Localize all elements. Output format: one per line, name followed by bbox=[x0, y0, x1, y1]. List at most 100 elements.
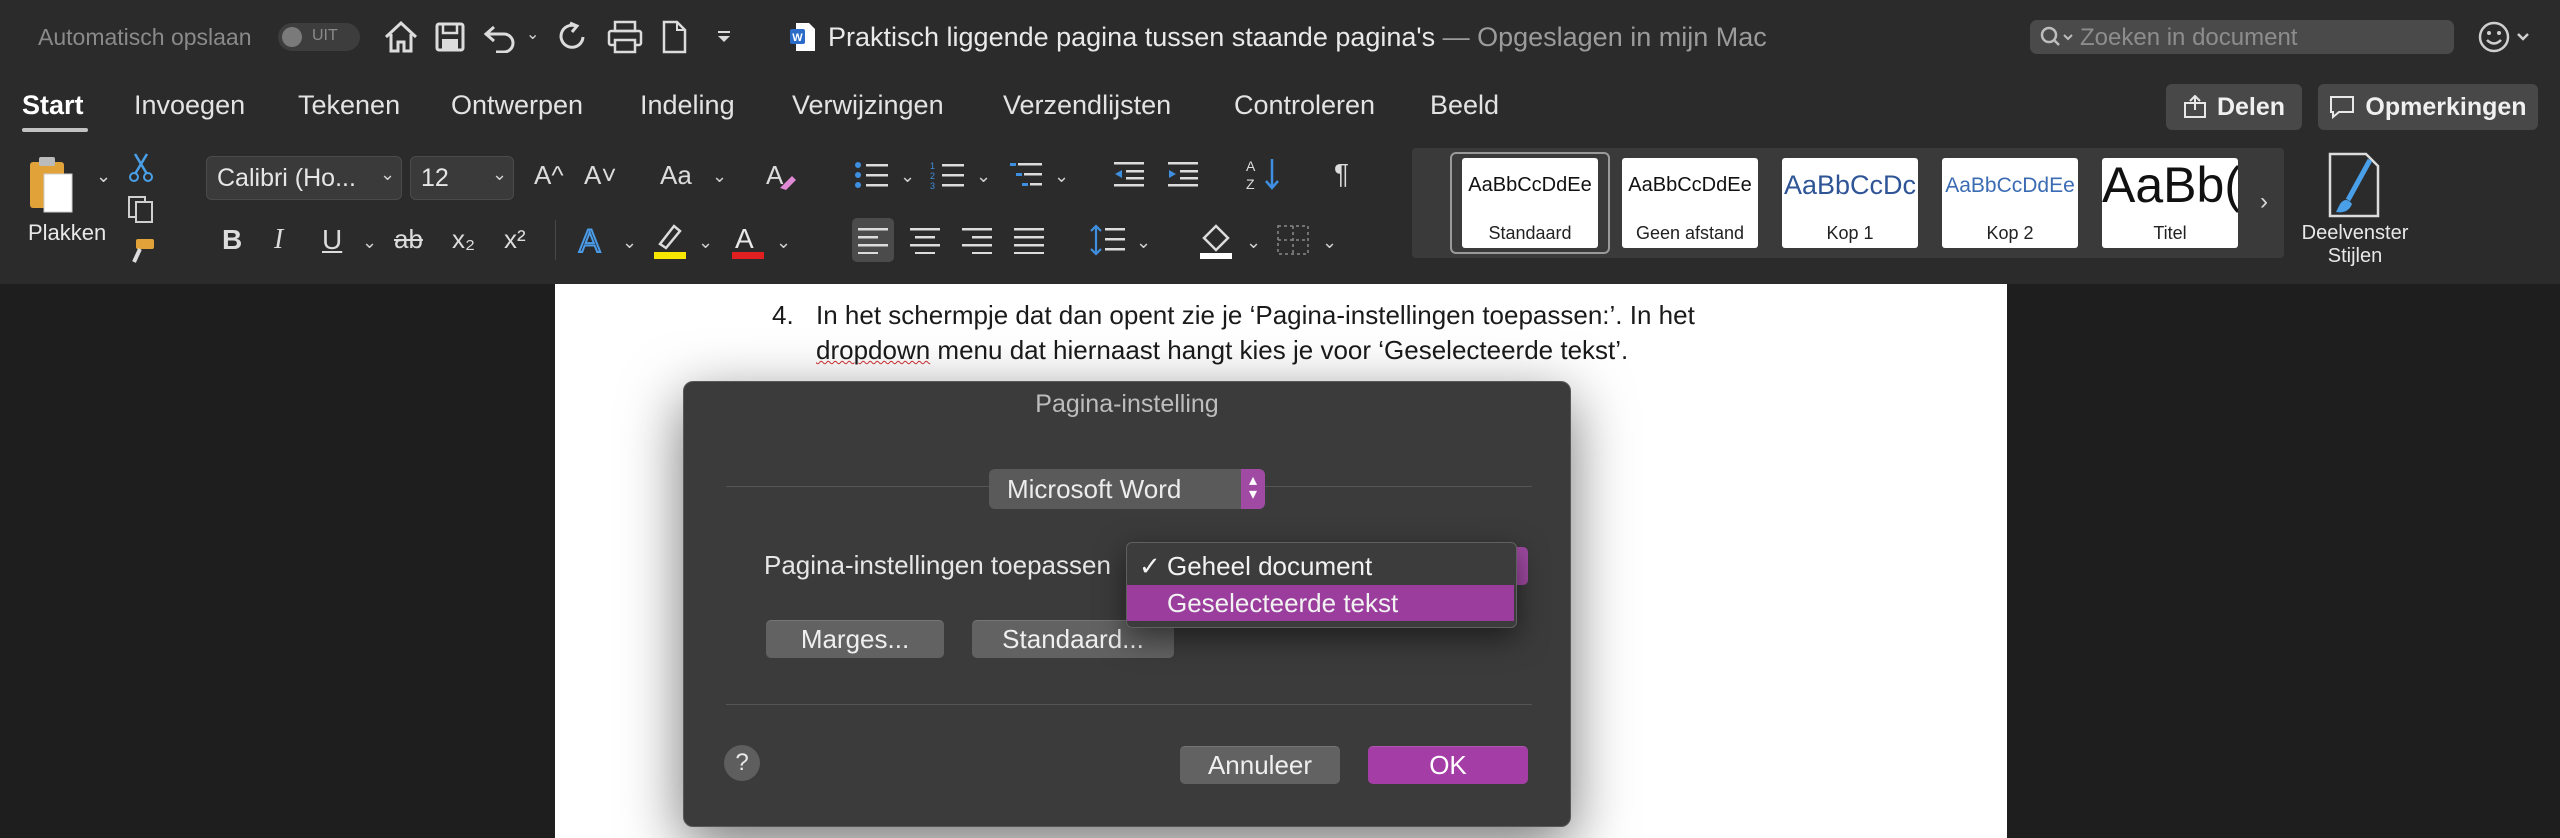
active-tab-indicator bbox=[22, 128, 88, 132]
search-input[interactable] bbox=[2078, 22, 2442, 54]
font-name-dropdown[interactable]: Calibri (Ho... bbox=[206, 156, 402, 200]
tab-indeling[interactable]: Indeling bbox=[640, 90, 735, 121]
cut-icon[interactable] bbox=[128, 152, 154, 182]
italic-button[interactable]: I bbox=[274, 224, 283, 256]
new-doc-icon[interactable] bbox=[660, 20, 688, 54]
settings-for-popup[interactable]: Microsoft Word ▴ ▾ bbox=[989, 469, 1265, 509]
font-color-chevron-icon[interactable]: ⌄ bbox=[776, 232, 791, 253]
align-center-icon[interactable] bbox=[910, 226, 940, 254]
cancel-button[interactable]: Annuleer bbox=[1180, 746, 1340, 784]
search-box[interactable] bbox=[2030, 20, 2454, 54]
multilevel-list-icon[interactable] bbox=[1008, 160, 1044, 190]
home-icon[interactable] bbox=[382, 20, 420, 54]
bold-button[interactable]: B bbox=[222, 224, 242, 256]
undo-chevron-icon[interactable]: ⌄ bbox=[526, 24, 539, 44]
save-icon[interactable] bbox=[434, 21, 466, 53]
comments-button[interactable]: Opmerkingen bbox=[2318, 84, 2538, 130]
divider bbox=[726, 704, 1532, 705]
bullets-chevron-icon[interactable]: ⌄ bbox=[900, 166, 915, 187]
numbering-chevron-icon[interactable]: ⌄ bbox=[976, 166, 991, 187]
smiley-icon[interactable] bbox=[2478, 20, 2534, 54]
change-case-chevron-icon[interactable]: ⌄ bbox=[712, 166, 727, 187]
style-name: Titel bbox=[2153, 223, 2187, 243]
show-formatting-marks-icon[interactable]: ¶ bbox=[1334, 158, 1349, 190]
font-size-value: 12 bbox=[421, 164, 449, 192]
text-effects-chevron-icon[interactable]: ⌄ bbox=[622, 232, 637, 253]
style-sample: AaBbCcDdEe bbox=[1468, 174, 1592, 196]
align-left-button[interactable] bbox=[852, 218, 894, 262]
tab-beeld[interactable]: Beeld bbox=[1430, 90, 1499, 121]
style-name: Standaard bbox=[1488, 223, 1572, 243]
style-kop-2[interactable]: AaBbCcDdEe Kop 2 bbox=[1942, 158, 2078, 248]
redo-icon[interactable] bbox=[556, 20, 590, 54]
justify-icon[interactable] bbox=[1014, 226, 1044, 254]
tab-invoegen[interactable]: Invoegen bbox=[134, 90, 245, 121]
line-spacing-icon[interactable] bbox=[1090, 224, 1126, 256]
borders-icon[interactable] bbox=[1276, 224, 1310, 256]
superscript-button[interactable]: x² bbox=[504, 224, 526, 255]
style-geen-afstand[interactable]: AaBbCcDdEe Geen afstand bbox=[1622, 158, 1758, 248]
customize-chevron-icon[interactable] bbox=[716, 30, 732, 44]
divider bbox=[555, 220, 556, 260]
style-standaard[interactable]: AaBbCcDdEe Standaard bbox=[1462, 158, 1598, 248]
style-kop-1[interactable]: AaBbCcDc Kop 1 bbox=[1782, 158, 1918, 248]
font-name-value: Calibri (Ho... bbox=[217, 164, 356, 192]
underline-button[interactable]: U bbox=[322, 224, 342, 256]
style-sample: AaBbCcDc bbox=[1783, 170, 1917, 200]
style-name: Kop 2 bbox=[1986, 223, 2034, 243]
styles-pane-icon[interactable] bbox=[2326, 152, 2382, 218]
text-effects-icon[interactable]: A bbox=[576, 222, 610, 258]
style-name: Kop 1 bbox=[1826, 223, 1874, 243]
bullets-icon[interactable] bbox=[854, 160, 890, 190]
ribbon-tab-bar: Start Invoegen Tekenen Ontwerpen Indelin… bbox=[0, 76, 2560, 142]
tab-tekenen[interactable]: Tekenen bbox=[298, 90, 400, 121]
apply-to-dropdown-menu: ✓ Geheel document Geselecteerde tekst bbox=[1126, 542, 1517, 628]
highlight-icon[interactable] bbox=[652, 220, 688, 260]
print-icon[interactable] bbox=[606, 20, 644, 54]
strikethrough-button[interactable]: ab bbox=[394, 224, 423, 255]
undo-icon[interactable] bbox=[482, 21, 518, 53]
change-case-icon[interactable]: Aa bbox=[660, 160, 692, 191]
sort-icon[interactable]: A Z bbox=[1246, 156, 1284, 192]
line-spacing-chevron-icon[interactable]: ⌄ bbox=[1136, 232, 1151, 253]
decrease-indent-icon[interactable] bbox=[1112, 160, 1146, 188]
subscript-button[interactable]: x₂ bbox=[452, 224, 475, 255]
menu-item-label: Geselecteerde tekst bbox=[1167, 588, 1399, 618]
highlight-chevron-icon[interactable]: ⌄ bbox=[698, 232, 713, 253]
menu-item-label: Geheel document bbox=[1167, 551, 1373, 581]
help-button[interactable]: ? bbox=[724, 745, 760, 781]
style-titel[interactable]: AaBb( Titel bbox=[2102, 157, 2238, 248]
margins-button[interactable]: Marges... bbox=[766, 620, 944, 658]
copy-icon[interactable] bbox=[126, 194, 156, 224]
multilevel-chevron-icon[interactable]: ⌄ bbox=[1054, 166, 1069, 187]
gallery-next-icon[interactable]: › bbox=[2260, 188, 2268, 216]
borders-chevron-icon[interactable]: ⌄ bbox=[1322, 232, 1337, 253]
tab-ontwerpen[interactable]: Ontwerpen bbox=[451, 90, 583, 121]
paste-icon[interactable] bbox=[28, 154, 74, 214]
share-button[interactable]: Delen bbox=[2166, 84, 2302, 130]
search-icon bbox=[2040, 26, 2073, 46]
format-painter-icon[interactable] bbox=[126, 236, 158, 268]
underline-chevron-icon[interactable]: ⌄ bbox=[362, 232, 377, 253]
shrink-font-icon[interactable]: A˅ bbox=[584, 160, 617, 191]
shading-icon[interactable] bbox=[1198, 220, 1236, 260]
tab-start[interactable]: Start bbox=[22, 90, 84, 121]
grow-font-icon[interactable]: A^ bbox=[534, 160, 564, 191]
increase-indent-icon[interactable] bbox=[1166, 160, 1200, 188]
tab-verwijzingen[interactable]: Verwijzingen bbox=[792, 90, 944, 121]
font-color-icon[interactable]: A bbox=[730, 220, 766, 260]
menu-item-selected-text[interactable]: Geselecteerde tekst bbox=[1127, 585, 1514, 621]
apply-to-label: Pagina-instellingen toepassen bbox=[764, 550, 1111, 580]
save-status: — Opgeslagen in mijn Mac bbox=[1442, 22, 1767, 52]
ok-button[interactable]: OK bbox=[1368, 746, 1528, 784]
autosave-toggle[interactable]: UIT bbox=[278, 23, 360, 51]
shading-chevron-icon[interactable]: ⌄ bbox=[1246, 232, 1261, 253]
menu-item-entire-document[interactable]: ✓ Geheel document bbox=[1127, 548, 1514, 584]
paste-chevron-icon[interactable]: ⌄ bbox=[96, 166, 111, 187]
align-right-icon[interactable] bbox=[962, 226, 992, 254]
numbering-icon[interactable]: 1 2 3 bbox=[930, 160, 966, 190]
tab-verzendlijsten[interactable]: Verzendlijsten bbox=[1003, 90, 1171, 121]
align-left-icon bbox=[858, 228, 888, 254]
clear-formatting-icon[interactable]: A bbox=[764, 158, 798, 194]
tab-controleren[interactable]: Controleren bbox=[1234, 90, 1375, 121]
